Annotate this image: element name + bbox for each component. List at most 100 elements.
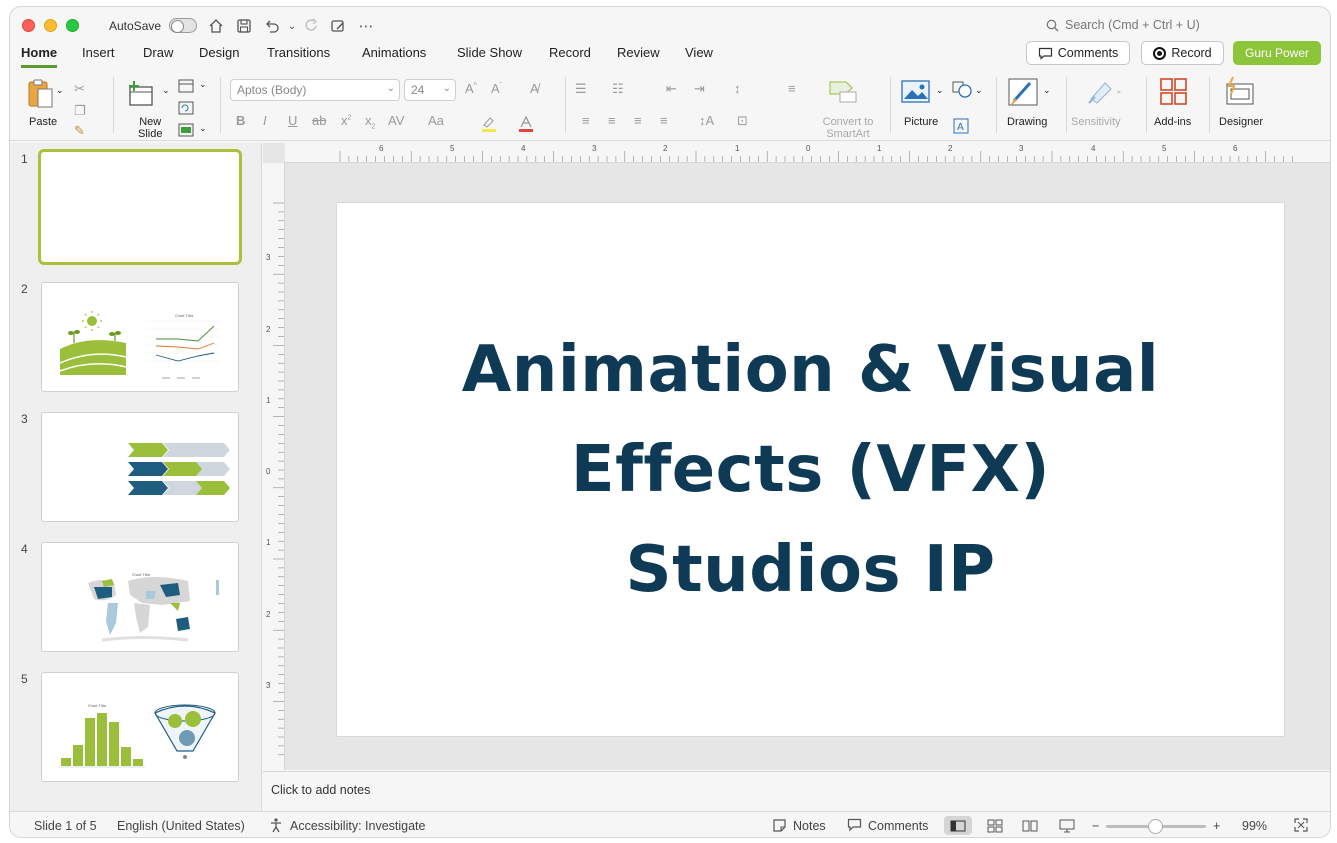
paste-icon[interactable] bbox=[26, 78, 60, 110]
home-icon[interactable] bbox=[206, 16, 226, 36]
undo-icon[interactable] bbox=[262, 16, 282, 36]
numbering-icon[interactable]: ☷ bbox=[612, 81, 624, 97]
paste-dropdown-icon[interactable]: ⌄ bbox=[56, 85, 64, 96]
tab-record[interactable]: Record bbox=[549, 45, 591, 65]
tab-view[interactable]: View bbox=[685, 45, 713, 65]
sensitivity-icon[interactable] bbox=[1085, 77, 1115, 107]
format-painter-icon[interactable]: ✎ bbox=[74, 123, 85, 139]
font-name-select[interactable]: Aptos (Body) ⌄ bbox=[230, 79, 400, 101]
italic-icon[interactable]: I bbox=[263, 113, 267, 128]
change-case-icon[interactable]: Aa bbox=[428, 113, 444, 128]
justify-icon[interactable]: ≡ bbox=[660, 113, 668, 128]
accessibility-status[interactable]: Accessibility: Investigate bbox=[290, 819, 425, 833]
ribbon-separator bbox=[890, 77, 891, 133]
picture-icon[interactable] bbox=[901, 79, 931, 105]
slide-thumbnail-2[interactable]: Chart Title bbox=[41, 282, 239, 392]
picture-dropdown-icon[interactable]: ⌄ bbox=[936, 85, 944, 96]
decrease-font-size-icon[interactable]: Aˇ bbox=[491, 81, 502, 96]
slide-thumbnail-3[interactable] bbox=[41, 412, 239, 522]
tab-slide-show[interactable]: Slide Show bbox=[457, 45, 522, 65]
slide-thumbnail-1[interactable] bbox=[38, 149, 242, 265]
clear-formatting-icon[interactable]: A̸ bbox=[530, 81, 539, 96]
new-slide-dropdown-icon[interactable]: ⌄ bbox=[162, 85, 170, 96]
convert-to-smartart-icon[interactable] bbox=[828, 78, 858, 106]
slide-thumbnail-5[interactable]: Chart Title bbox=[41, 672, 239, 782]
zoom-in-button[interactable]: + bbox=[1213, 819, 1220, 833]
tab-review[interactable]: Review bbox=[617, 45, 660, 65]
line-spacing-icon[interactable]: ↕ bbox=[734, 81, 741, 96]
minimize-window-button[interactable] bbox=[44, 19, 57, 32]
layout-dropdown-icon[interactable]: ⌄ bbox=[199, 79, 207, 90]
autosave-label: AutoSave bbox=[109, 19, 162, 33]
save-icon[interactable] bbox=[234, 16, 254, 36]
font-size-select[interactable]: 24 ⌄ bbox=[404, 79, 456, 101]
normal-view-button[interactable] bbox=[944, 816, 972, 835]
thumbnail-number: 4 bbox=[21, 542, 28, 556]
slide-sorter-button[interactable] bbox=[981, 816, 1009, 835]
zoom-window-button[interactable] bbox=[66, 19, 79, 32]
tab-animations[interactable]: Animations bbox=[362, 45, 426, 65]
redo-icon[interactable] bbox=[302, 16, 322, 36]
shapes-dropdown-icon[interactable]: ⌄ bbox=[975, 85, 983, 96]
zoom-level[interactable]: 99% bbox=[1242, 819, 1267, 833]
designer-icon[interactable] bbox=[1223, 76, 1257, 108]
autosave-toggle[interactable] bbox=[169, 18, 197, 33]
align-center-icon[interactable]: ≡ bbox=[608, 113, 616, 128]
record-button[interactable]: Record bbox=[1141, 41, 1224, 65]
copy-icon[interactable]: ❐ bbox=[74, 103, 86, 119]
drawing-icon[interactable] bbox=[1008, 77, 1040, 109]
more-options-icon[interactable]: ⋯ bbox=[356, 16, 376, 36]
slide-thumbnail-4[interactable]: Chart Title bbox=[41, 542, 239, 652]
close-window-button[interactable] bbox=[22, 19, 35, 32]
customize-icon[interactable] bbox=[328, 16, 348, 36]
notes-pane[interactable]: Click to add notes bbox=[263, 771, 1330, 811]
strikethrough-icon[interactable]: ab bbox=[312, 113, 326, 128]
language-indicator[interactable]: English (United States) bbox=[117, 819, 245, 833]
cut-icon[interactable]: ✂ bbox=[74, 81, 85, 97]
slide-show-button[interactable] bbox=[1053, 816, 1081, 835]
text-box-icon[interactable]: A bbox=[953, 118, 969, 134]
shapes-icon[interactable] bbox=[952, 81, 974, 99]
tab-draw[interactable]: Draw bbox=[143, 45, 173, 65]
tab-design[interactable]: Design bbox=[199, 45, 239, 65]
undo-dropdown-icon[interactable]: ⌄ bbox=[282, 16, 302, 36]
new-slide-icon[interactable] bbox=[127, 79, 157, 109]
sensitivity-dropdown-icon[interactable]: ⌄ bbox=[1115, 85, 1123, 96]
layout-icon[interactable] bbox=[178, 79, 194, 93]
text-direction-icon[interactable]: ↕A bbox=[699, 113, 714, 128]
guru-power-button[interactable]: Guru Power bbox=[1233, 41, 1321, 65]
reading-view-button[interactable] bbox=[1016, 816, 1044, 835]
slide-canvas[interactable]: Animation & Visual Effects (VFX) Studios… bbox=[337, 203, 1284, 736]
notes-toggle[interactable]: Notes bbox=[793, 819, 826, 833]
increase-indent-icon[interactable]: ⇥ bbox=[694, 81, 705, 97]
comments-button[interactable]: Comments bbox=[1026, 41, 1130, 65]
tab-home[interactable]: Home bbox=[21, 45, 58, 68]
character-spacing-icon[interactable]: AV bbox=[388, 113, 404, 128]
increase-font-size-icon[interactable]: A^ bbox=[465, 81, 477, 96]
decrease-indent-icon[interactable]: ⇤ bbox=[666, 81, 677, 97]
tab-transitions[interactable]: Transitions bbox=[267, 45, 330, 65]
tab-insert[interactable]: Insert bbox=[82, 45, 115, 65]
align-right-icon[interactable]: ≡ bbox=[634, 113, 642, 128]
fit-to-window-icon[interactable] bbox=[1293, 817, 1309, 836]
bold-icon[interactable]: B bbox=[236, 113, 245, 128]
superscript-icon[interactable]: x2 bbox=[341, 113, 351, 128]
drawing-dropdown-icon[interactable]: ⌄ bbox=[1043, 85, 1051, 96]
search-box[interactable]: Search (Cmd + Ctrl + U) bbox=[1046, 18, 1200, 32]
align-left-icon[interactable]: ≡ bbox=[582, 113, 590, 128]
bullets-icon[interactable]: ☰ bbox=[575, 81, 587, 97]
underline-icon[interactable]: U bbox=[288, 113, 297, 128]
add-ins-icon[interactable] bbox=[1159, 77, 1189, 107]
zoom-out-button[interactable]: − bbox=[1092, 819, 1099, 833]
section-icon[interactable] bbox=[178, 123, 194, 137]
align-text-icon[interactable]: ⊡ bbox=[737, 113, 748, 129]
zoom-slider-handle[interactable] bbox=[1148, 819, 1163, 834]
font-color-icon[interactable] bbox=[517, 115, 535, 133]
highlight-icon[interactable] bbox=[480, 115, 498, 133]
comments-toggle[interactable]: Comments bbox=[868, 819, 928, 833]
slide-title[interactable]: Animation & Visual Effects (VFX) Studios… bbox=[431, 320, 1191, 620]
section-dropdown-icon[interactable]: ⌄ bbox=[199, 123, 207, 134]
columns-icon[interactable]: ≡ bbox=[788, 81, 796, 96]
subscript-icon[interactable]: x2 bbox=[365, 113, 375, 131]
reset-icon[interactable] bbox=[178, 101, 194, 115]
